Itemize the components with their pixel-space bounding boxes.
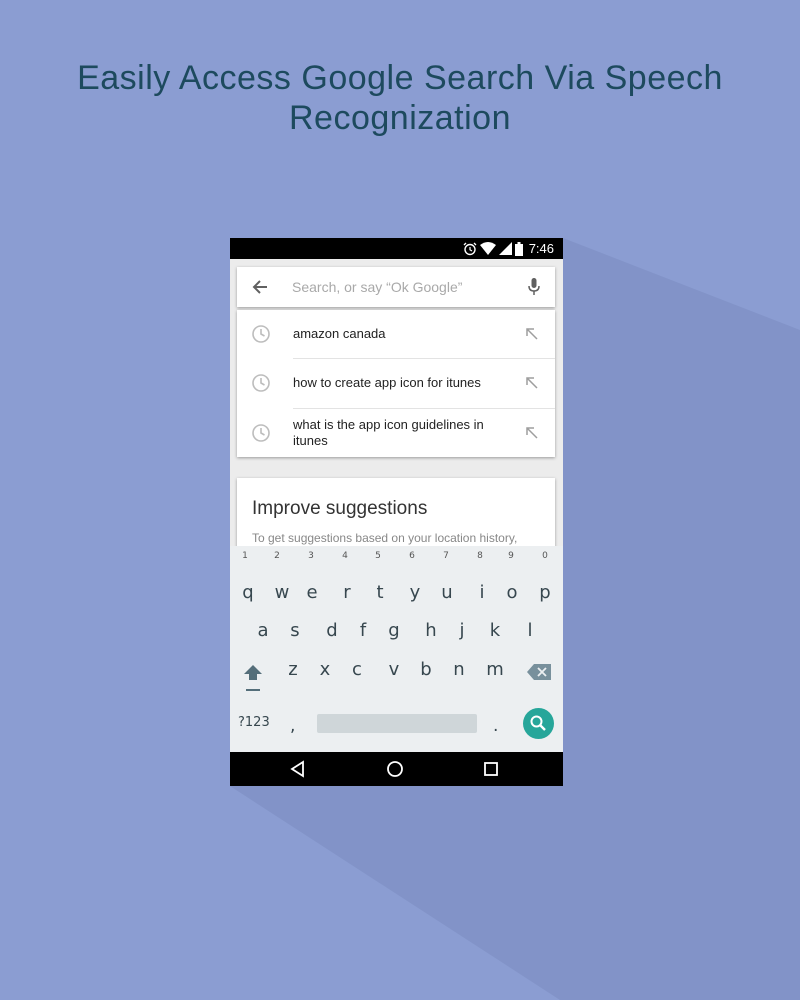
status-bar: 7:46 <box>230 238 563 259</box>
recents-square-icon[interactable] <box>481 759 501 779</box>
keyboard: 1 2 3 4 5 6 7 8 9 0 q w e r t y u i o p … <box>230 546 563 752</box>
key-q[interactable]: q <box>233 582 263 604</box>
key-p[interactable]: p <box>530 582 560 604</box>
key-h[interactable]: h <box>416 620 446 642</box>
suggestion-item[interactable]: what is the app icon guidelines in itune… <box>237 409 555 458</box>
key-hint: 2 <box>274 551 280 561</box>
key-l[interactable]: l <box>515 620 545 642</box>
key-z[interactable]: z <box>278 659 308 681</box>
insert-arrow-icon[interactable] <box>525 376 539 390</box>
search-input[interactable] <box>292 276 512 298</box>
history-clock-icon <box>252 374 270 392</box>
key-a[interactable]: a <box>248 620 278 642</box>
insert-arrow-icon[interactable] <box>525 327 539 341</box>
key-i[interactable]: i <box>467 582 497 604</box>
key-b[interactable]: b <box>411 659 441 681</box>
suggestion-label: how to create app icon for itunes <box>293 375 481 390</box>
improve-title: Improve suggestions <box>252 498 428 519</box>
key-hint: 7 <box>443 551 449 561</box>
symbols-key[interactable]: ?123 <box>238 715 270 731</box>
key-hint: 3 <box>308 551 314 561</box>
suggestion-label: amazon canada <box>293 326 386 341</box>
suggestion-label: what is the app icon guidelines in itune… <box>293 417 484 448</box>
comma-key[interactable]: , <box>290 716 295 736</box>
back-triangle-icon[interactable] <box>288 759 308 779</box>
home-circle-icon[interactable] <box>385 759 405 779</box>
status-time: 7:46 <box>528 241 554 256</box>
headline-line-2: Recognization <box>289 99 511 137</box>
alarm-icon <box>463 242 477 255</box>
battery-icon <box>515 241 523 256</box>
key-hint: 4 <box>342 551 348 561</box>
improve-body: To get suggestions based on your locatio… <box>252 531 518 545</box>
key-j[interactable]: j <box>447 620 477 642</box>
arrow-back-icon[interactable] <box>251 278 269 296</box>
key-f[interactable]: f <box>348 620 378 642</box>
key-hint: 8 <box>477 551 483 561</box>
mic-icon[interactable] <box>527 277 541 297</box>
key-n[interactable]: n <box>444 659 474 681</box>
key-s[interactable]: s <box>280 620 310 642</box>
period-key[interactable]: . <box>493 716 498 736</box>
insert-arrow-icon[interactable] <box>525 426 539 440</box>
search-bar <box>237 267 555 307</box>
key-c[interactable]: c <box>342 659 372 681</box>
key-g[interactable]: g <box>379 620 409 642</box>
key-hint: 1 <box>242 551 248 561</box>
phone-screen: 7:46 amazon canada <box>230 238 563 786</box>
suggestion-item[interactable]: how to create app icon for itunes <box>237 359 555 408</box>
search-icon <box>530 715 546 731</box>
key-w[interactable]: w <box>267 582 297 604</box>
suggestion-item[interactable]: amazon canada <box>237 310 555 359</box>
shift-icon[interactable] <box>243 663 263 693</box>
history-clock-icon <box>252 325 270 343</box>
key-hint: 6 <box>409 551 415 561</box>
backspace-icon[interactable] <box>527 664 551 680</box>
key-x[interactable]: x <box>310 659 340 681</box>
key-hint: 5 <box>375 551 381 561</box>
key-d[interactable]: d <box>317 620 347 642</box>
key-o[interactable]: o <box>497 582 527 604</box>
key-k[interactable]: k <box>480 620 510 642</box>
key-y[interactable]: y <box>400 582 430 604</box>
key-e[interactable]: e <box>297 582 327 604</box>
key-hint: 9 <box>508 551 514 561</box>
wifi-icon <box>480 242 496 255</box>
key-r[interactable]: r <box>332 582 362 604</box>
nav-bar <box>230 752 563 786</box>
signal-icon <box>499 242 512 255</box>
key-hint: 0 <box>542 551 548 561</box>
key-u[interactable]: u <box>432 582 462 604</box>
keyboard-search-button[interactable] <box>523 708 554 739</box>
headline: Easily Access Google Search Via Speech R… <box>0 58 800 138</box>
key-m[interactable]: m <box>480 659 510 681</box>
history-clock-icon <box>252 424 270 442</box>
key-t[interactable]: t <box>365 582 395 604</box>
headline-line-1: Easily Access Google Search Via Speech <box>77 59 723 97</box>
suggestions-list: amazon canada how to create app icon for… <box>237 310 555 457</box>
space-key[interactable] <box>317 714 477 733</box>
key-v[interactable]: v <box>379 659 409 681</box>
